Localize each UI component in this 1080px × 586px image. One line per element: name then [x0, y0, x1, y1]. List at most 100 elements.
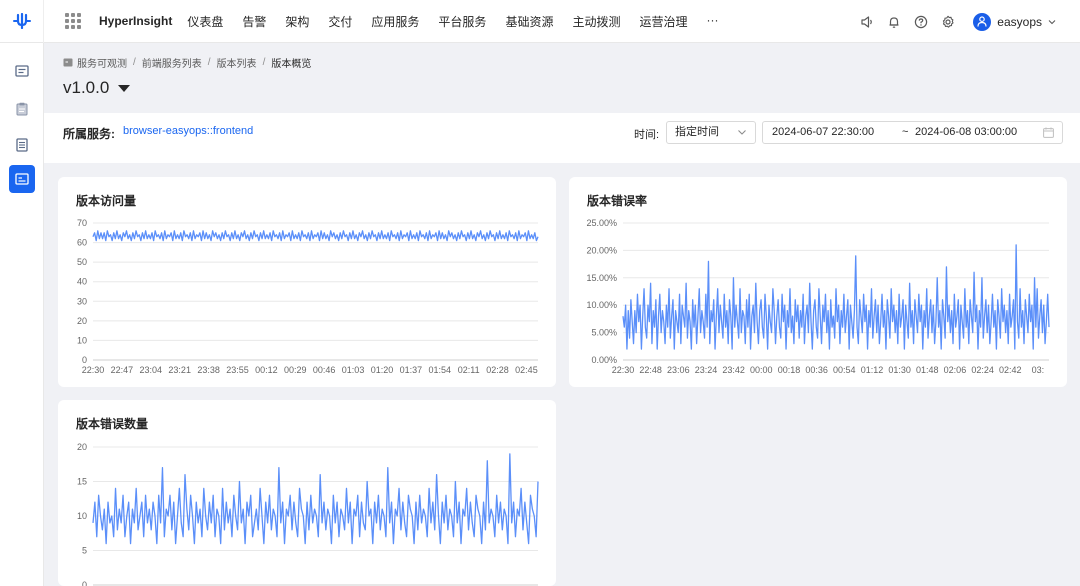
chevron-down-icon	[738, 130, 746, 135]
breadcrumb: 服务可观测 / 前端服务列表 / 版本列表 / 版本概览	[63, 55, 311, 70]
x-tick-label: 22:48	[639, 365, 662, 375]
date-range-picker[interactable]: 2024-06-07 22:30:00 ~ 2024-06-08 03:00:0…	[762, 121, 1063, 144]
version-selector[interactable]: v1.0.0	[63, 78, 131, 98]
breadcrumb-item-frontend-services[interactable]: 前端服务列表	[142, 55, 202, 70]
x-tick-label: 00:36	[805, 365, 828, 375]
x-tick-label: 01:54	[428, 365, 451, 375]
breadcrumb-item-version-list[interactable]: 版本列表	[217, 55, 257, 70]
menu-item[interactable]: 应用服务	[371, 13, 419, 30]
x-tick-label: 03:	[1032, 365, 1045, 375]
user-icon	[977, 16, 987, 27]
menu-item[interactable]: 运营治理	[639, 13, 687, 30]
x-tick-label: 01:03	[342, 365, 365, 375]
x-tick-label: 00:46	[313, 365, 336, 375]
y-tick-label: 20.00%	[586, 245, 617, 255]
chart-card-error-rate: 版本错误率 0.00% 5.00% 10.00% 15.00% 20.00% 25.00%…	[569, 177, 1067, 387]
help-icon[interactable]	[913, 14, 929, 30]
menu-item[interactable]: ···	[706, 13, 718, 30]
series-line	[622, 244, 1050, 350]
menu-item[interactable]: 平台服务	[438, 13, 486, 30]
y-tick-label: 15.00%	[586, 273, 617, 283]
range-end[interactable]: 2024-06-08 03:00:00	[915, 122, 1017, 143]
range-separator: ~	[902, 126, 909, 138]
y-tick-label: 40	[77, 277, 87, 287]
x-tick-label: 02:24	[971, 365, 994, 375]
menu-item[interactable]: 交付	[328, 13, 352, 30]
breadcrumb-separator: /	[262, 57, 266, 68]
series-line	[92, 230, 539, 242]
menu-item[interactable]: 仪表盘	[187, 13, 223, 30]
visits-line-chart: 0 10 20 30 40 50 60 70 22:30 22:47 23:04 23:21 23:38…	[77, 218, 539, 375]
y-tick-label: 15	[77, 477, 87, 487]
x-tick-label: 23:04	[140, 365, 163, 375]
sidebar-item-document[interactable]	[9, 131, 35, 159]
y-tick-label: 10.00%	[586, 300, 617, 310]
error-count-line-chart: 0 5 10 15 20	[77, 442, 539, 586]
x-tick-label: 00:00	[750, 365, 773, 375]
x-tick-label: 02:11	[458, 365, 480, 375]
x-tick-label: 01:30	[888, 365, 911, 375]
x-tick-label: 01:20	[371, 365, 394, 375]
y-tick-label: 0	[82, 580, 87, 586]
range-start[interactable]: 2024-06-07 22:30:00	[772, 122, 874, 143]
y-tick-label: 70	[77, 218, 87, 228]
sidebar-item-terminal[interactable]	[9, 165, 35, 193]
brand-name[interactable]: HyperInsight	[99, 14, 172, 28]
app-grid-icon[interactable]	[65, 13, 81, 29]
document-icon	[16, 138, 28, 152]
calendar-icon	[1043, 127, 1054, 138]
breadcrumb-item-observability[interactable]: 服务可观测	[77, 55, 127, 70]
x-tick-label: 23:21	[168, 365, 191, 375]
x-tick-label: 22:30	[612, 365, 635, 375]
menu-item[interactable]: 告警	[242, 13, 266, 30]
sidebar-item-overview[interactable]	[9, 57, 35, 85]
time-mode-select[interactable]: 指定时间	[666, 121, 756, 144]
speaker-icon[interactable]	[859, 14, 875, 30]
user-menu[interactable]: easyops	[973, 12, 1056, 31]
y-tick-label: 60	[77, 238, 87, 248]
y-tick-label: 5	[82, 546, 87, 556]
y-tick-label: 50	[77, 257, 87, 267]
app-logo[interactable]	[0, 0, 44, 43]
series-line	[92, 453, 539, 545]
x-tick-label: 02:28	[486, 365, 509, 375]
y-tick-label: 30	[77, 296, 87, 306]
chevron-down-icon	[1048, 19, 1056, 24]
x-tick-label: 00:54	[833, 365, 856, 375]
menu-item[interactable]: 架构	[285, 13, 309, 30]
x-tick-label: 01:12	[861, 365, 884, 375]
y-tick-label: 5.00%	[591, 328, 617, 338]
service-label: 所属服务:	[63, 127, 115, 141]
sidebar-item-clipboard[interactable]	[9, 95, 35, 123]
y-tick-label: 0.00%	[591, 355, 617, 365]
y-tick-label: 20	[77, 316, 87, 326]
x-tick-label: 23:55	[226, 365, 249, 375]
chart-card-visits: 版本访问量 0 10 20 30 40 50 60 70 22:30 22:47 23:04 23:2…	[58, 177, 556, 387]
x-tick-label: 02:06	[944, 365, 967, 375]
gear-icon[interactable]	[940, 14, 956, 30]
x-tick-label: 00:18	[778, 365, 801, 375]
version-label: v1.0.0	[63, 78, 110, 97]
y-tick-label: 25.00%	[586, 218, 617, 228]
menu-item[interactable]: 主动拨测	[572, 13, 620, 30]
y-tick-label: 10	[77, 511, 87, 521]
x-tick-label: 02:42	[999, 365, 1022, 375]
username: easyops	[997, 14, 1042, 29]
sidebar	[0, 43, 44, 586]
bell-icon[interactable]	[886, 14, 902, 30]
time-mode-value: 指定时间	[675, 126, 719, 138]
y-tick-label: 10	[77, 335, 87, 345]
x-tick-label: 02:45	[515, 365, 538, 375]
main-menu: 仪表盘 告警 架构 交付 应用服务 平台服务 基础资源 主动拨测 运营治理 ···	[187, 13, 737, 30]
x-tick-label: 01:48	[916, 365, 939, 375]
breadcrumb-item-current: 版本概览	[271, 59, 312, 70]
x-tick-label: 00:12	[255, 365, 278, 375]
menu-item[interactable]: 基础资源	[505, 13, 553, 30]
x-tick-label: 22:30	[82, 365, 105, 375]
topbar-actions: easyops	[859, 0, 1080, 43]
breadcrumb-separator: /	[133, 57, 136, 68]
service-link[interactable]: browser-easyops::frontend	[123, 125, 253, 137]
x-tick-label: 23:38	[197, 365, 220, 375]
logo-icon	[12, 13, 31, 29]
y-tick-label: 0	[82, 355, 87, 365]
